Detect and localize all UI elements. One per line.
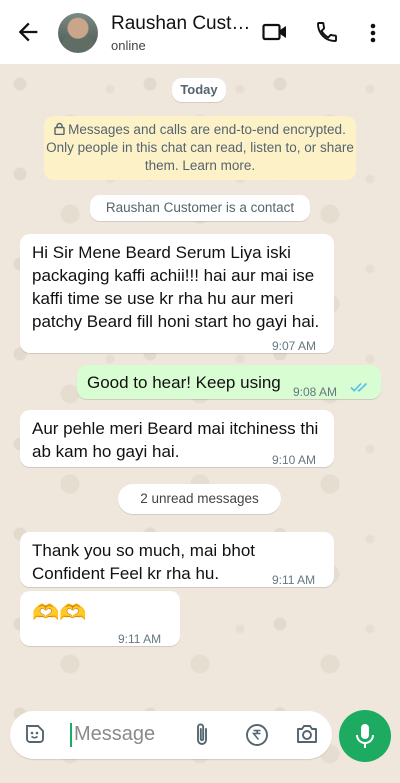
contact-status: online [111,38,146,53]
more-options-button[interactable] [362,20,384,46]
payment-button[interactable] [245,723,269,747]
contact-name[interactable]: Raushan Custo… [111,13,251,35]
message-composer: Message [10,711,332,759]
voice-call-button[interactable] [314,19,340,45]
message-bubble-incoming[interactable]: Thank you so much, mai bhot Confident Fe… [20,532,334,587]
message-text: Hi Sir Mene Beard Serum Liya iski packag… [32,243,320,331]
encryption-notice[interactable]: Messages and calls are end-to-end encryp… [44,116,356,180]
back-arrow-icon [18,22,38,42]
mic-icon [356,724,374,748]
message-time: 9:11 AM [272,573,316,587]
lock-icon [54,122,65,135]
attach-button[interactable] [194,722,210,748]
rupee-icon [246,724,268,746]
camera-button[interactable] [295,723,319,745]
avatar[interactable] [58,13,98,53]
double-check-icon [350,382,368,392]
message-bubble-incoming[interactable]: Aur pehle meri Beard mai itchiness thi a… [20,410,334,467]
video-call-button[interactable] [262,20,288,44]
sticker-button[interactable] [24,723,46,745]
camera-icon [297,725,317,743]
message-text: 🫶🫶 [32,600,87,625]
message-bubble-incoming[interactable]: 🫶🫶 9:11 AM [20,591,180,646]
message-time: 9:07 AM [272,339,317,353]
message-bubble-outgoing[interactable]: Good to hear! Keep using 9:08 AM [77,365,381,399]
more-vert-icon [370,23,376,43]
back-button[interactable] [14,18,42,46]
chat-header: Raushan Custo… online [0,0,400,64]
message-text: Good to hear! Keep using [87,373,281,392]
contact-notice: Raushan Customer is a contact [90,195,310,221]
message-time: 9:08 AM [293,385,338,399]
sticker-icon [26,725,44,743]
message-input[interactable]: Message [74,723,155,746]
encryption-text: Messages and calls are end-to-end encryp… [46,122,354,173]
video-call-icon [262,23,286,41]
message-time: 9:11 AM [118,632,162,646]
unread-divider: 2 unread messages [118,484,281,514]
message-time: 9:10 AM [272,453,317,467]
voice-message-button[interactable] [339,710,391,762]
message-bubble-incoming[interactable]: Hi Sir Mene Beard Serum Liya iski packag… [20,234,334,353]
phone-icon [317,22,337,42]
text-cursor [70,723,72,747]
attach-icon [197,723,207,745]
date-divider: Today [172,78,226,102]
